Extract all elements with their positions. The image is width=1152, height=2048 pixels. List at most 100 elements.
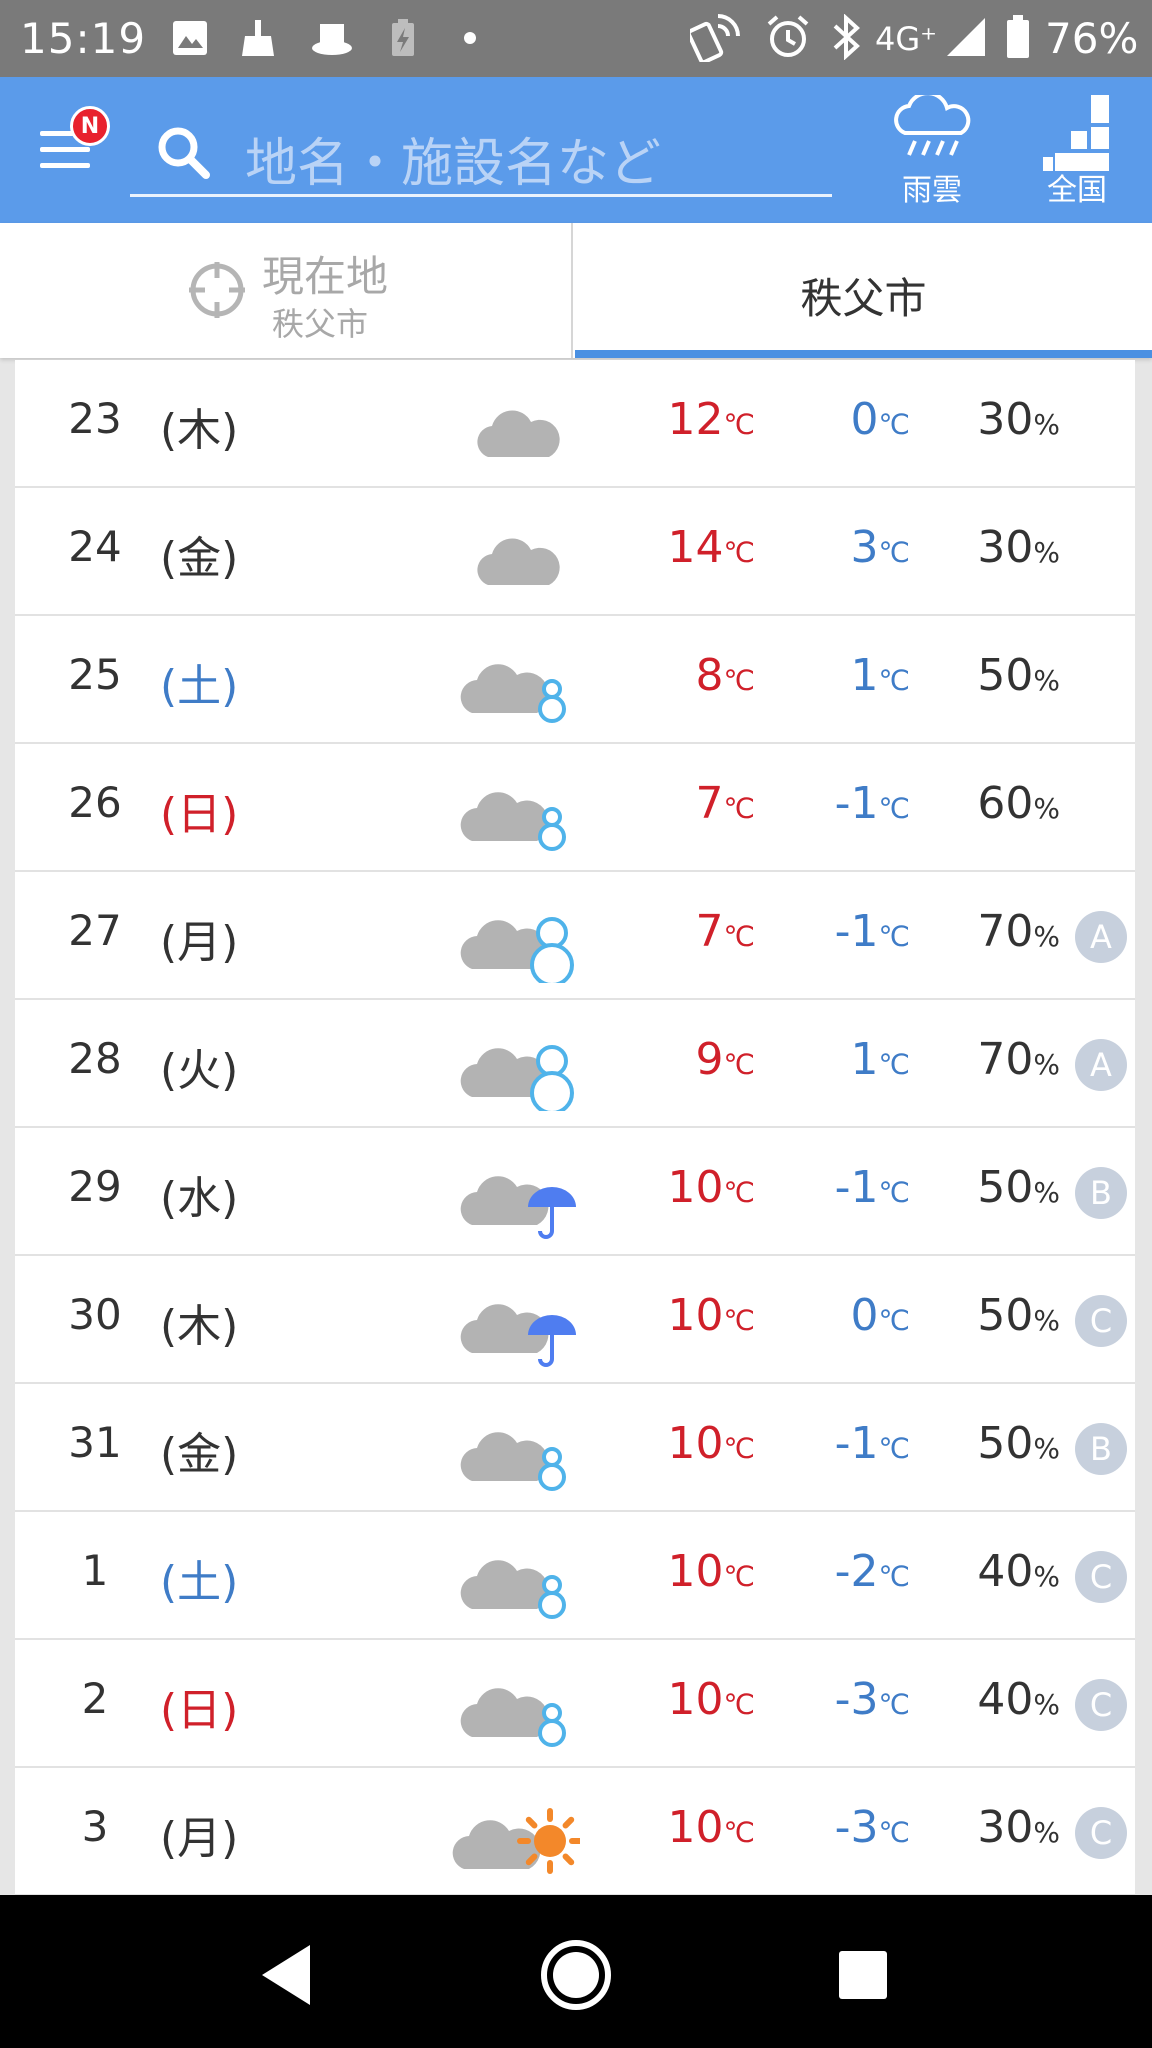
forecast-row[interactable]: 23 (木) 12℃ 0℃ 30% <box>15 360 1135 488</box>
forecast-day-of-week: (土) <box>160 1557 239 1608</box>
high-temp-value: 10 <box>667 1290 724 1341</box>
forecast-row[interactable]: 28 (火) 9℃ 1℃ 70% A <box>15 1000 1135 1128</box>
precipitation-value: 70 <box>977 906 1034 957</box>
forecast-date: 27 <box>68 906 122 955</box>
cloudy-snow-small-icon <box>450 1527 580 1623</box>
search-icon <box>158 127 210 179</box>
high-temp: 10℃ <box>615 1290 755 1341</box>
low-temp-value: 1 <box>850 1034 879 1085</box>
status-time: 15:19 <box>20 14 147 63</box>
japan-map-icon <box>1043 95 1109 171</box>
temp-unit: ℃ <box>723 664 755 697</box>
temp-unit: ℃ <box>723 536 755 569</box>
back-button[interactable] <box>240 1925 340 2025</box>
low-temp: -3℃ <box>775 1674 910 1725</box>
recents-square-icon <box>839 1951 887 1999</box>
temp-unit: ℃ <box>878 920 910 953</box>
high-temp: 10℃ <box>615 1162 755 1213</box>
forecast-row[interactable]: 29 (水) 10℃ -1℃ 50% B <box>15 1128 1135 1256</box>
temp-unit: ℃ <box>878 1816 910 1849</box>
temp-unit: ℃ <box>723 1176 755 1209</box>
nationwide-label: 全国 <box>1047 173 1107 208</box>
tab-chichibu[interactable]: 秩父市 <box>575 223 1152 358</box>
forecast-row[interactable]: 2 (日) 10℃ -3℃ 40% C <box>15 1640 1135 1768</box>
menu-line-icon <box>40 163 90 168</box>
search-placeholder: 地名・施設名など <box>245 134 662 194</box>
precipitation-probability: 70% <box>935 906 1060 957</box>
high-temp: 10℃ <box>615 1674 755 1725</box>
forecast-list[interactable]: 23 (木) 12℃ 0℃ 30% 24 (金) 14℃ 3℃ 30% 25 (土) 8℃ 1℃ 50% 26… <box>15 360 1135 1895</box>
forecast-row[interactable]: 24 (金) 14℃ 3℃ 30% <box>15 488 1135 616</box>
temp-unit: ℃ <box>723 1432 755 1465</box>
cloudy-sun-icon <box>450 1783 583 1879</box>
forecast-row[interactable]: 25 (土) 8℃ 1℃ 50% <box>15 616 1135 744</box>
cloudy-snow-small-icon <box>450 1655 580 1751</box>
forecast-date: 31 <box>68 1418 122 1467</box>
app-header: N 地名・施設名など 雨雲 全国 <box>0 77 1152 223</box>
forecast-row[interactable]: 31 (金) 10℃ -1℃ 50% B <box>15 1384 1135 1512</box>
low-temp: 0℃ <box>775 1290 910 1341</box>
forecast-date: 30 <box>68 1290 122 1339</box>
forecast-day-of-week: (金) <box>160 1429 239 1480</box>
reliability-badge: A <box>1075 1039 1127 1091</box>
forecast-date: 29 <box>68 1162 122 1211</box>
precipitation-probability: 50% <box>935 1162 1060 1213</box>
precipitation-value: 30 <box>977 1802 1034 1853</box>
forecast-row[interactable]: 3 (月) 10℃ -3℃ 30% C <box>15 1768 1135 1895</box>
forecast-day-of-week: (土) <box>160 661 239 712</box>
high-temp: 7℃ <box>615 778 755 829</box>
high-temp-value: 12 <box>667 394 724 445</box>
rain-cloud-button[interactable]: 雨雲 <box>877 91 987 215</box>
percent-unit: % <box>1033 1304 1060 1337</box>
temp-unit: ℃ <box>878 1432 910 1465</box>
high-temp: 8℃ <box>615 650 755 701</box>
percent-unit: % <box>1033 1176 1060 1209</box>
forecast-day-of-week: (水) <box>160 1173 239 1224</box>
cloudy-snow-large-icon <box>450 1015 580 1115</box>
percent-unit: % <box>1033 1432 1060 1465</box>
low-temp-value: 1 <box>850 650 879 701</box>
home-button[interactable] <box>526 1925 626 2025</box>
low-temp: 1℃ <box>775 650 910 701</box>
forecast-day-of-week: (金) <box>160 533 239 584</box>
high-temp-value: 7 <box>695 906 724 957</box>
percent-unit: % <box>1033 408 1060 441</box>
network-type: 4G⁺ <box>875 20 938 58</box>
percent-unit: % <box>1033 1560 1060 1593</box>
hat-icon <box>312 24 352 55</box>
forecast-day-of-week: (木) <box>160 405 239 456</box>
cloudy-snow-large-icon <box>450 887 580 987</box>
search-input[interactable]: 地名・施設名など <box>130 107 832 197</box>
back-triangle-icon <box>262 1945 310 2005</box>
city-tab-label: 秩父市 <box>800 274 927 323</box>
low-temp-value: -1 <box>834 906 879 957</box>
notification-badge[interactable]: N <box>70 106 110 146</box>
high-temp-value: 10 <box>667 1546 724 1597</box>
forecast-row[interactable]: 26 (日) 7℃ -1℃ 60% <box>15 744 1135 872</box>
nfc-icon <box>690 14 740 62</box>
low-temp-value: 0 <box>850 1290 879 1341</box>
temp-unit: ℃ <box>723 1304 755 1337</box>
temp-unit: ℃ <box>723 1816 755 1849</box>
low-temp: -1℃ <box>775 1162 910 1213</box>
forecast-date: 25 <box>68 650 122 699</box>
cloudy-icon <box>450 375 580 471</box>
forecast-row[interactable]: 27 (月) 7℃ -1℃ 70% A <box>15 872 1135 1000</box>
reliability-badge: C <box>1075 1679 1127 1731</box>
forecast-row[interactable]: 1 (土) 10℃ -2℃ 40% C <box>15 1512 1135 1640</box>
recents-button[interactable] <box>812 1925 912 2025</box>
high-temp: 7℃ <box>615 906 755 957</box>
nationwide-button[interactable]: 全国 <box>1022 95 1132 215</box>
precipitation-probability: 60% <box>935 778 1060 829</box>
reliability-badge: C <box>1075 1807 1127 1859</box>
temp-unit: ℃ <box>723 1048 755 1081</box>
tab-current-location[interactable]: 現在地 秩父市 <box>0 223 573 358</box>
battery-icon <box>1007 15 1029 58</box>
high-temp: 10℃ <box>615 1802 755 1853</box>
gallery-icon <box>173 21 207 55</box>
high-temp-value: 10 <box>667 1162 724 1213</box>
forecast-row[interactable]: 30 (木) 10℃ 0℃ 50% C <box>15 1256 1135 1384</box>
temp-unit: ℃ <box>878 1304 910 1337</box>
high-temp-value: 8 <box>695 650 724 701</box>
signal-icon <box>947 18 985 56</box>
